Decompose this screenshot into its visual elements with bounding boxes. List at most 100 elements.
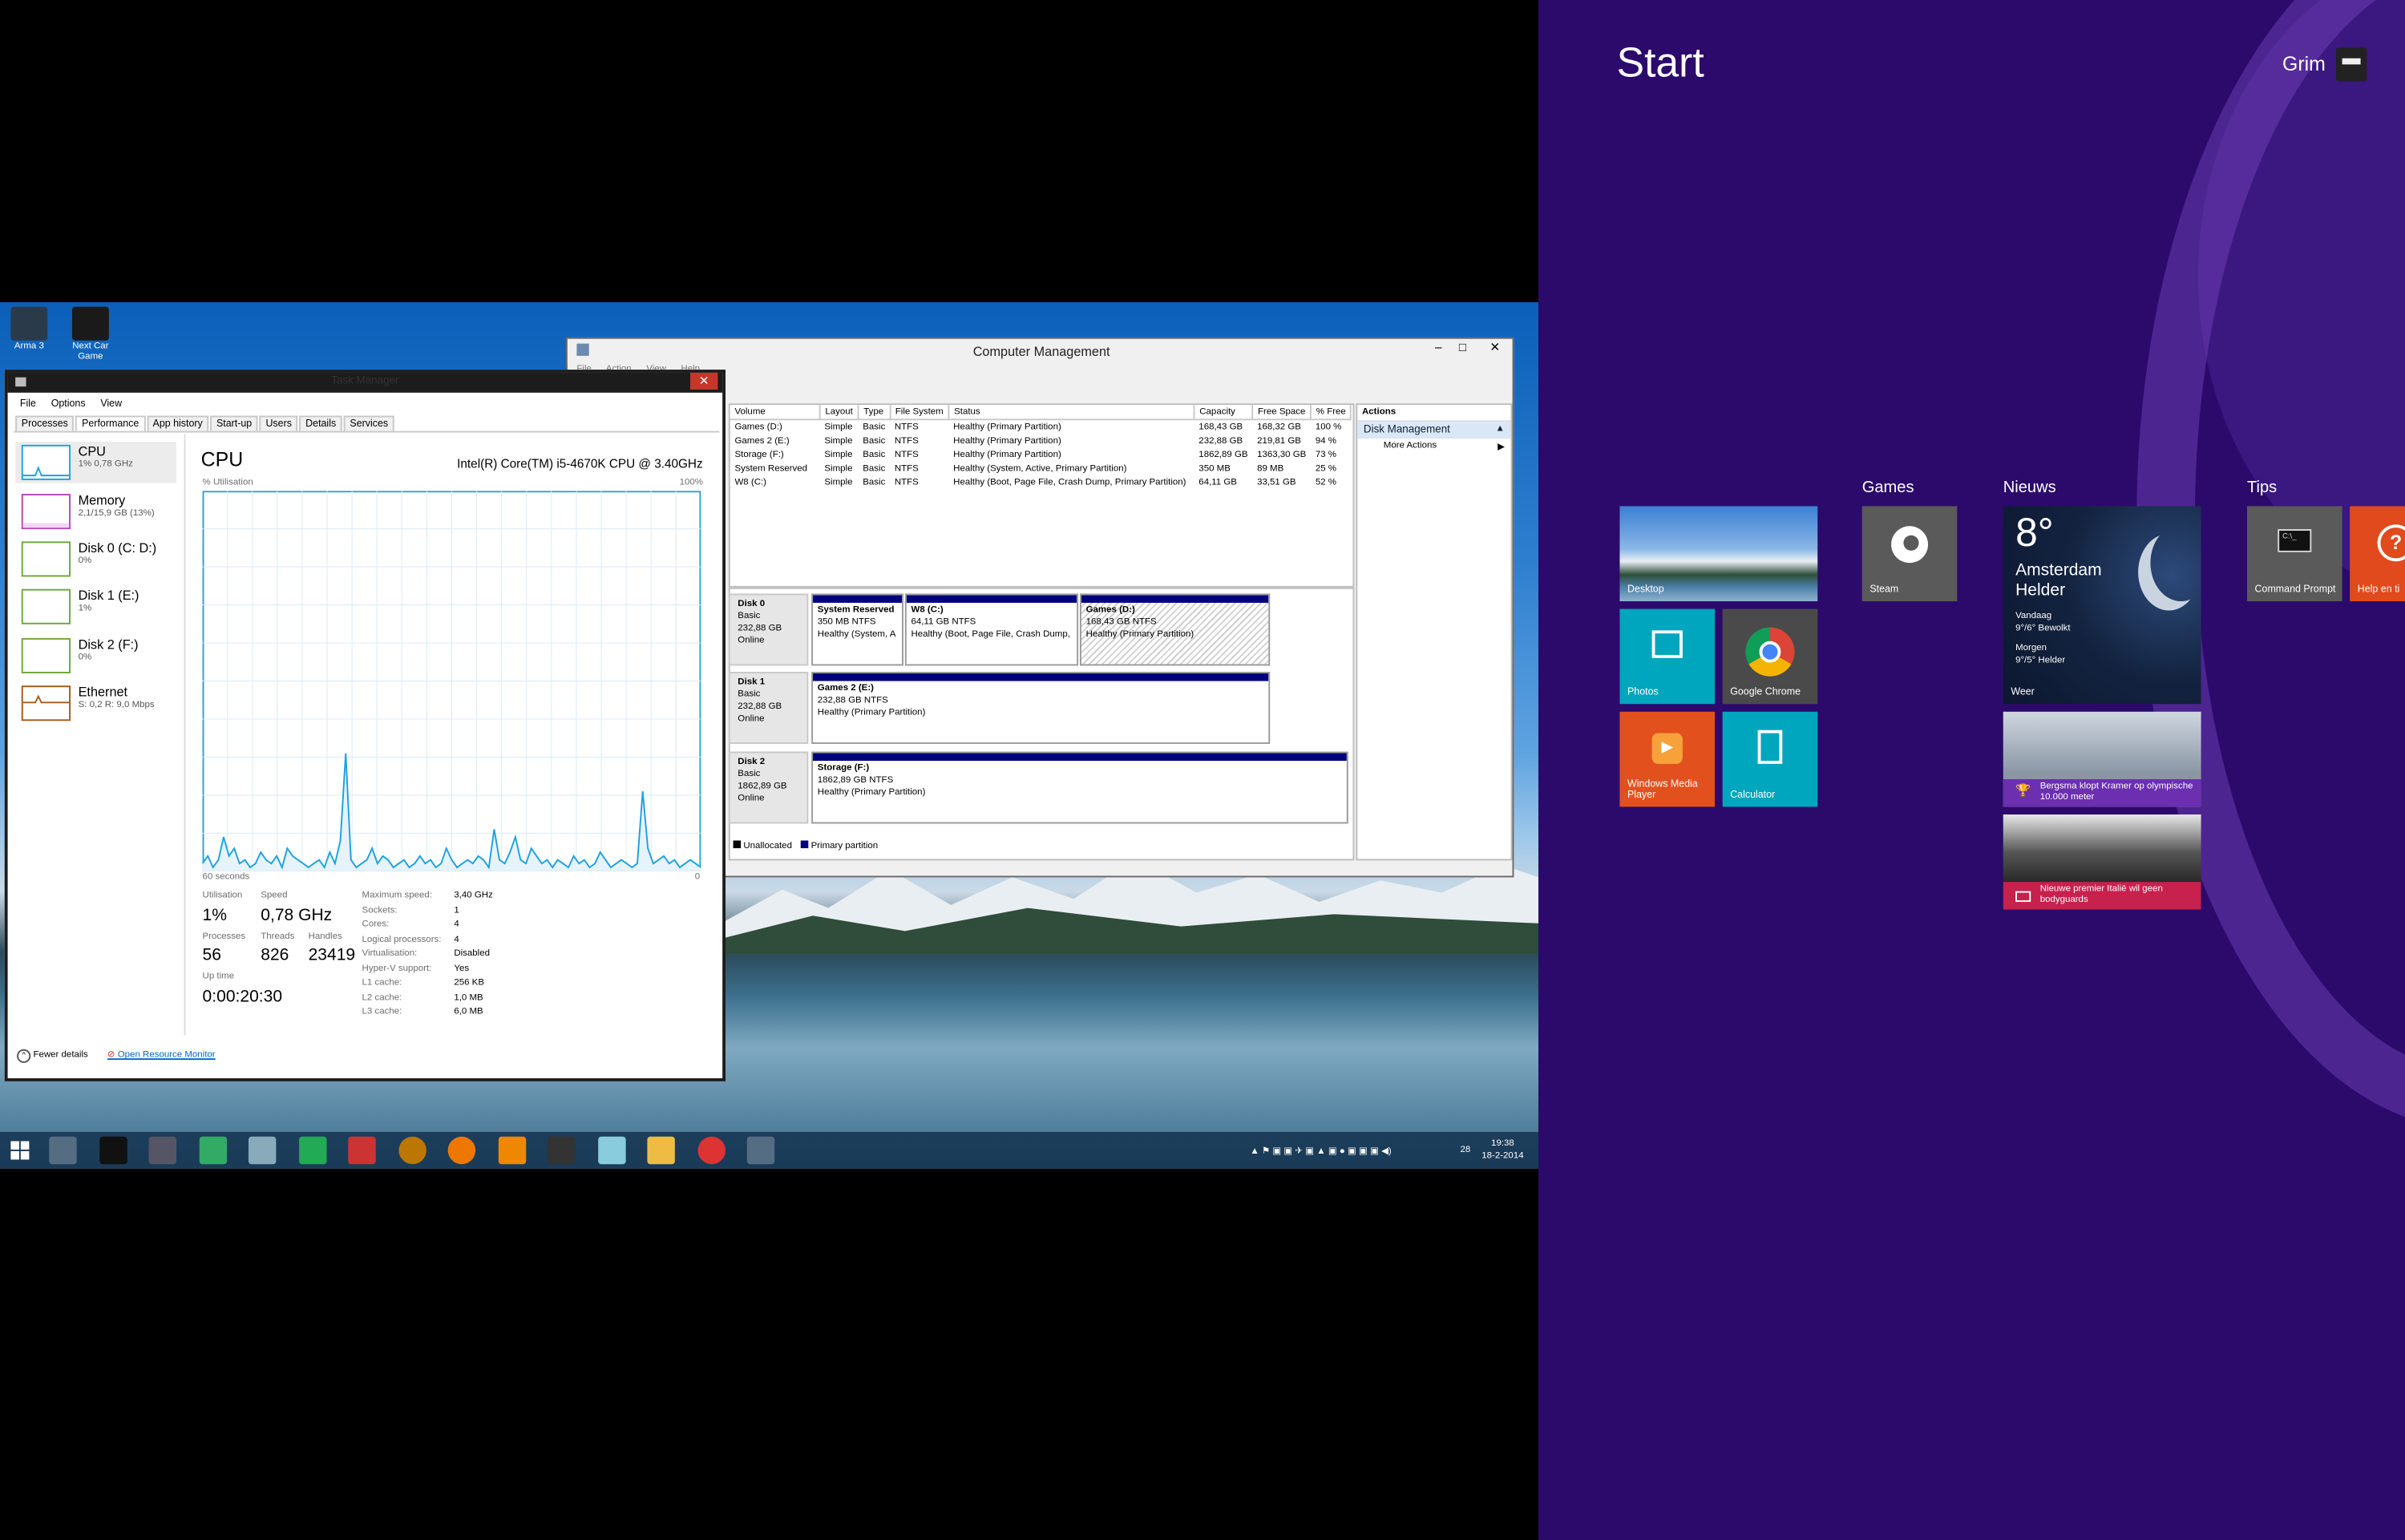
tile-steam[interactable]: Steam [1861, 506, 1958, 602]
taskbar-cpuz[interactable] [348, 1136, 376, 1165]
tab-users[interactable]: Users [259, 415, 298, 431]
taskbar-app-12[interactable] [598, 1136, 626, 1165]
open-resource-monitor-link[interactable]: ⊘ Open Resource Monitor [107, 1049, 216, 1060]
tile-desktop[interactable]: Desktop [1619, 506, 1818, 602]
tray-icons[interactable]: ▲ ⚑ ▣ ▣ ✈ ▣ ▲ ▣ ● ▣ ▣ ▣ ◀) [1250, 1146, 1391, 1156]
sidebar-item-cpu[interactable]: CPU 1% 0,78 GHz [15, 442, 177, 483]
tab-app-history[interactable]: App history [146, 415, 209, 431]
partition-games2-e[interactable]: Games 2 (E:) 232,88 GB NTFS Healthy (Prima… [811, 672, 1271, 744]
actions-disk-management[interactable]: Disk Management ▲ [1357, 422, 1511, 439]
disk-1-label[interactable]: Disk 1 Basic 232,88 GB Online [728, 672, 809, 744]
sidebar-item-disk1[interactable]: Disk 1 (E:) 1% [15, 586, 176, 628]
clock[interactable]: 19:38 18-2-2014 [1481, 1138, 1523, 1163]
tile-news[interactable]: Nieuwe premier Italië wil geen bodyguard… [2003, 814, 2201, 910]
menu-file[interactable]: File [20, 398, 36, 409]
close-button[interactable]: ✕ [1489, 341, 1500, 354]
taskbar-app-6[interactable] [299, 1136, 327, 1165]
table-row[interactable]: Games 2 (E:) Simple Basic NTFS Healthy (Prim… [730, 434, 1352, 447]
tab-processes[interactable]: Processes [15, 415, 75, 431]
tile-command-prompt[interactable]: C:\_ Command Prompt [2246, 506, 2342, 602]
fewer-details-button[interactable]: ^ Fewer details [17, 1049, 88, 1063]
play-icon: ▶ [1651, 733, 1683, 764]
partition-system-reserved[interactable]: System Reserved 350 MB NTFS Healthy (Syste… [811, 593, 903, 666]
tab-details[interactable]: Details [299, 415, 342, 431]
taskbar-command-prompt[interactable] [99, 1136, 127, 1165]
sidebar-item-disk0[interactable]: Disk 0 (C: D:) 0% [15, 539, 176, 580]
cpu-model: Intel(R) Core(TM) i5-4670K CPU @ 3.40GHz [457, 457, 703, 471]
tab-startup[interactable]: Start-up [210, 415, 258, 431]
close-button[interactable]: ✕ [689, 372, 718, 390]
partition-games-d[interactable]: Games (D:) 168,43 GB NTFS Healthy (Primary… [1079, 593, 1271, 666]
col-filesystem[interactable]: File System [890, 405, 950, 421]
taskbar-firefox[interactable] [447, 1136, 476, 1165]
spec-row: Maximum speed: 3,40 GHz [362, 891, 493, 901]
partition-w8-c[interactable]: W8 (C:) 64,11 GB NTFS Healthy (Boot, Page … [904, 593, 1079, 666]
table-row[interactable]: W8 (C:) Simple Basic NTFS Healthy (Boot, Pag… [730, 475, 1352, 489]
graph-max: 100% [679, 478, 703, 488]
minimize-button[interactable]: – [1435, 341, 1442, 354]
user-name[interactable]: Grim [2282, 52, 2326, 75]
col-percent-free[interactable]: % Free [1311, 405, 1352, 421]
tile-weather[interactable]: 8° Amsterdam Helder Vandaag 9°/6° Bewolk… [2003, 506, 2201, 705]
sidebar-item-disk2[interactable]: Disk 2 (F:) 0% [15, 635, 176, 677]
menu-view[interactable]: View [100, 398, 122, 409]
cm-titlebar: Computer Management – □ ✕ [567, 338, 1513, 364]
col-status[interactable]: Status [948, 405, 1195, 421]
group-games-label: Games [1861, 478, 1914, 497]
tile-google-chrome[interactable]: Google Chrome [1722, 608, 1818, 705]
taskbar-computer-management[interactable] [746, 1136, 775, 1165]
maximize-button[interactable]: □ [1459, 341, 1466, 354]
disk-0-label[interactable]: Disk 0 Basic 232,88 GB Online [728, 593, 809, 666]
user-avatar[interactable] [2335, 47, 2367, 82]
disk-2-label[interactable]: Disk 2 Basic 1862,89 GB Online [728, 751, 809, 824]
chevron-up-icon: ^ [17, 1049, 31, 1063]
col-free-space[interactable]: Free Space [1252, 405, 1312, 421]
taskbar-app-3[interactable] [148, 1136, 177, 1165]
start-title: Start [1616, 39, 1704, 87]
graph-label: % Utilisation [202, 478, 253, 488]
taskbar-task-manager[interactable] [49, 1136, 77, 1165]
start-screen: Start Grim Games Nieuws Tips Desktop Pho… [1538, 0, 2405, 1540]
start-button[interactable] [6, 1137, 34, 1164]
photos-icon [1651, 630, 1683, 658]
utilisation-value: 1% [202, 906, 227, 925]
sidebar-item-memory[interactable]: Memory 2,1/15,9 GB (13%) [15, 491, 176, 532]
taskbar-file-explorer[interactable] [647, 1136, 675, 1165]
taskbar-chrome[interactable] [697, 1136, 726, 1165]
spec-row: Virtualisation: Disabled [362, 949, 491, 959]
sidebar-item-ethernet[interactable]: Ethernet S: 0,2 R: 9,0 Mbps [15, 682, 176, 724]
tile-photos[interactable]: Photos [1619, 608, 1716, 705]
tab-services[interactable]: Services [343, 415, 394, 431]
col-type[interactable]: Type [858, 405, 891, 421]
primary-partition-swatch [800, 840, 809, 849]
disk-legend: Unallocated Primary partition [733, 840, 878, 851]
sidebar-divider [184, 434, 186, 1036]
tile-windows-media-player[interactable]: ▶ Windows Media Player [1619, 711, 1716, 807]
tile-help[interactable]: ? Help en ti [2350, 506, 2405, 602]
speed-value: 0,78 GHz [261, 906, 333, 925]
col-volume[interactable]: Volume [730, 405, 821, 421]
table-row[interactable]: Games (D:) Simple Basic NTFS Healthy (Primar… [730, 419, 1352, 434]
taskbar-app-8[interactable] [398, 1136, 426, 1165]
taskbar-steam[interactable] [548, 1136, 576, 1165]
partition-storage-f[interactable]: Storage (F:) 1862,89 GB NTFS Healthy (Prim… [811, 751, 1348, 824]
taskbar-app-5[interactable] [248, 1136, 277, 1165]
desktop-icon-arma3[interactable]: Arma 3 [9, 306, 49, 353]
col-capacity[interactable]: Capacity [1194, 405, 1254, 421]
tile-news-sport[interactable]: 🏆 Bergsma klopt Kramer op olympische 10.… [2003, 711, 2201, 807]
table-row[interactable]: Storage (F:) Simple Basic NTFS Healthy (Prim… [730, 448, 1352, 462]
taskbar-app-4[interactable] [199, 1136, 228, 1165]
menu-options[interactable]: Options [51, 398, 86, 409]
collapse-arrow-icon: ▲ [1495, 424, 1505, 435]
more-actions-link[interactable]: More Actions ▶ [1357, 439, 1510, 452]
taskbar-media-player[interactable] [498, 1136, 527, 1165]
desktop-icon-next-car-game[interactable]: Next Car Game [71, 306, 111, 364]
group-tips-label: Tips [2246, 478, 2278, 497]
tab-performance[interactable]: Performance [75, 415, 145, 431]
col-layout[interactable]: Layout [819, 405, 859, 421]
tile-calculator[interactable]: Calculator [1722, 711, 1818, 807]
resource-monitor-icon: ⊘ [107, 1050, 115, 1061]
taskbar: ▲ ⚑ ▣ ▣ ✈ ▣ ▲ ▣ ● ▣ ▣ ▣ ◀) 28 19:38 18-2… [0, 1132, 1539, 1169]
graph-time: 60 seconds [202, 872, 250, 883]
table-row[interactable]: System Reserved Simple Basic NTFS Healthy (S… [730, 462, 1352, 475]
